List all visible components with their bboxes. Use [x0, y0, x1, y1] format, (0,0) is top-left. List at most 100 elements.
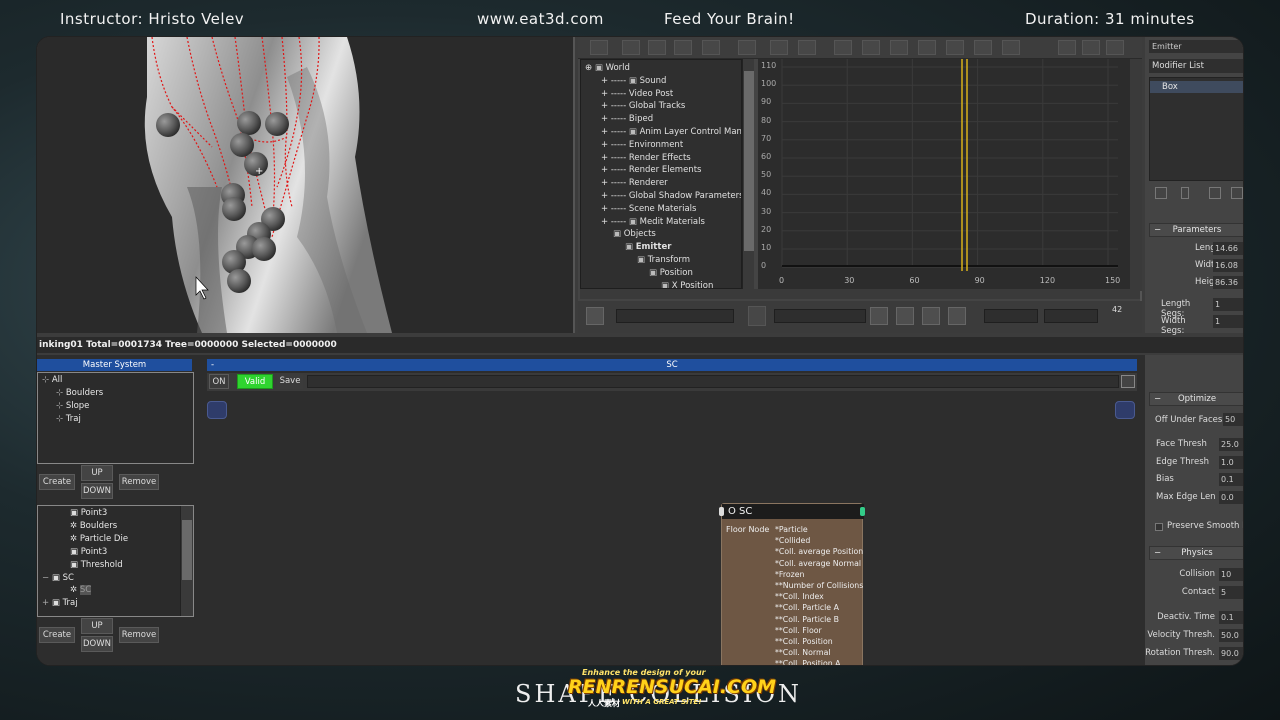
parameter-curve-icon[interactable] [1106, 40, 1124, 55]
node-output-port[interactable]: **Coll. Index [775, 592, 824, 601]
zoom-region-icon[interactable] [948, 307, 966, 325]
physics-value-field[interactable]: 90.0 [1219, 647, 1243, 660]
stack-item-box[interactable]: Box [1150, 81, 1243, 93]
tree-expander[interactable]: + ----- [601, 217, 629, 227]
master-create-button[interactable]: Create [39, 474, 75, 490]
tree-item[interactable]: + ----- Environment [601, 139, 683, 152]
operator-list-item[interactable]: ▣ Point3 [70, 546, 107, 559]
zoom-extents-icon[interactable] [922, 307, 940, 325]
tree-expander[interactable]: ⊕ [585, 63, 595, 73]
zoom-selected-icon[interactable] [586, 307, 604, 325]
master-list-item[interactable]: ⊹ Boulders [56, 387, 103, 400]
tree-expander[interactable]: + ----- [601, 153, 629, 163]
master-list-item[interactable]: ⊹ Slope [56, 400, 89, 413]
segs-value-field[interactable]: 1 [1213, 315, 1243, 328]
tree-item[interactable]: + ----- Renderer [601, 177, 668, 190]
optimize-value-field[interactable]: 1.0 [1219, 455, 1243, 469]
tree-item[interactable]: + ----- ▣ Sound [601, 75, 666, 88]
tree-item[interactable]: + ----- ▣ Anim Layer Control Manager [601, 126, 741, 139]
operator-tree-list[interactable]: ▣ Point3 ✲ Boulders ✲ Particle Die ▣ Point3… [37, 505, 194, 617]
node-output-socket[interactable] [860, 507, 865, 516]
tangent-custom-icon[interactable] [862, 40, 880, 55]
operator-list-item[interactable]: ✲ Boulders [70, 520, 117, 533]
object-name-field[interactable]: Emitter [1149, 40, 1243, 53]
viewport-3d[interactable]: + [37, 37, 575, 333]
physics-value-field[interactable]: 10 [1219, 568, 1243, 581]
node-output-port[interactable]: **Coll. Normal [775, 648, 831, 657]
tree-expander[interactable]: + ----- [601, 127, 629, 137]
tree-item[interactable]: + ----- Biped [601, 113, 653, 126]
node-output-port[interactable]: *Frozen [775, 570, 804, 579]
keys-zoom-icon[interactable] [896, 307, 914, 325]
tree-scroll-thumb[interactable] [744, 71, 754, 251]
op-remove-button[interactable]: Remove [119, 627, 159, 643]
tree-expander[interactable]: + ----- [601, 76, 629, 86]
node-output-port[interactable]: **Number of Collisions [775, 581, 863, 590]
tree-expander[interactable]: + ----- [601, 101, 629, 111]
physics-value-field[interactable]: 50.0 [1219, 629, 1243, 642]
parameters-rollout[interactable]: − Parameters [1149, 223, 1243, 237]
tree-item[interactable]: ⊕ ▣ World [585, 62, 630, 75]
master-remove-button[interactable]: Remove [119, 474, 159, 490]
graph-vertical-scrollbar[interactable] [1130, 59, 1142, 291]
key-dropdown[interactable] [774, 309, 866, 323]
preserve-smooth-checkbox[interactable] [1155, 523, 1163, 531]
node-title[interactable]: O SC [722, 504, 864, 519]
scale-keys-icon[interactable] [674, 40, 692, 55]
show-end-result-icon[interactable] [1181, 187, 1189, 199]
optimize-value-field[interactable]: 0.0 [1219, 490, 1243, 504]
param-value-field[interactable]: 16.08 [1213, 259, 1243, 272]
filter-icon[interactable] [590, 40, 608, 55]
frame-field[interactable] [984, 309, 1038, 323]
param-value-field[interactable]: 86.36 [1213, 276, 1243, 289]
tree-item[interactable]: + ----- Render Elements [601, 164, 701, 177]
node-output-port[interactable]: *Collided [775, 536, 810, 545]
tree-expander[interactable]: + ----- [601, 165, 629, 175]
physics-rollout[interactable]: − Physics [1149, 546, 1243, 560]
tree-item[interactable]: ▣ Objects [613, 228, 656, 241]
tree-expander[interactable]: + ----- [601, 178, 629, 188]
output-port-node[interactable] [1115, 401, 1135, 419]
pin-stack-icon[interactable] [1155, 187, 1167, 199]
input-port-node[interactable] [207, 401, 227, 419]
master-system-list[interactable]: ⊹ All ⊹ Boulders ⊹ Slope ⊹ Traj [37, 372, 194, 464]
tree-item[interactable]: + ----- Render Effects [601, 152, 691, 165]
sc-window-icon[interactable] [1121, 375, 1135, 388]
param-value-field[interactable]: 14.66 [1213, 242, 1243, 255]
optimize-rollout[interactable]: − Optimize [1149, 392, 1243, 406]
operator-scroll-thumb[interactable] [182, 520, 192, 580]
tree-item[interactable]: + ----- Scene Materials [601, 203, 696, 216]
optimize-value-field[interactable]: 25.0 [1219, 438, 1243, 451]
physics-value-field[interactable]: 0.1 [1219, 611, 1243, 624]
tree-scrollbar[interactable] [742, 59, 754, 289]
node-input-socket[interactable] [719, 507, 724, 516]
graph-horizontal-scrollbar[interactable] [580, 289, 1140, 299]
reduce-keys-icon[interactable] [798, 40, 816, 55]
node-output-port[interactable]: *Particle [775, 525, 808, 534]
scale-values-icon[interactable] [702, 40, 720, 55]
tree-item[interactable]: + ----- Global Shadow Parameters [601, 190, 741, 203]
node-output-port[interactable]: **Coll. Floor [775, 626, 822, 635]
operator-list-item[interactable]: ▣ Threshold [70, 559, 123, 572]
tree-item[interactable]: ▣ Emitter [625, 241, 671, 254]
node-output-port[interactable]: **Coll. Position [775, 637, 833, 646]
tree-expander[interactable]: + ----- [601, 204, 629, 214]
master-list-item[interactable]: ⊹ Traj [56, 413, 81, 426]
off-under-faces-field[interactable]: 50 [1223, 413, 1243, 426]
master-up-button[interactable]: UP [81, 465, 113, 481]
node-output-port[interactable]: **Coll. Particle B [775, 615, 839, 624]
operator-list-item[interactable]: ✲ Particle Die [70, 533, 128, 546]
tree-expander[interactable]: + [42, 598, 52, 608]
node-workspace[interactable]: O SC Floor Node *Particle *Collided *Coll.… [207, 397, 1137, 665]
modifier-stack[interactable]: Box [1149, 77, 1243, 181]
tree-expander[interactable]: + ----- [601, 114, 629, 124]
modifier-list-dropdown[interactable]: Modifier List [1149, 59, 1243, 73]
draw-curves-icon[interactable] [770, 40, 788, 55]
master-down-button[interactable]: DOWN [81, 483, 113, 499]
add-keys-icon[interactable] [738, 40, 756, 55]
master-list-item[interactable]: ⊹ All [42, 374, 62, 387]
tree-item[interactable]: ▣ X Position [661, 280, 713, 288]
make-unique-icon[interactable] [1209, 187, 1221, 199]
tree-item[interactable]: + ----- ▣ Medit Materials [601, 216, 705, 229]
operator-list-item[interactable]: ✲ SC [70, 584, 92, 597]
